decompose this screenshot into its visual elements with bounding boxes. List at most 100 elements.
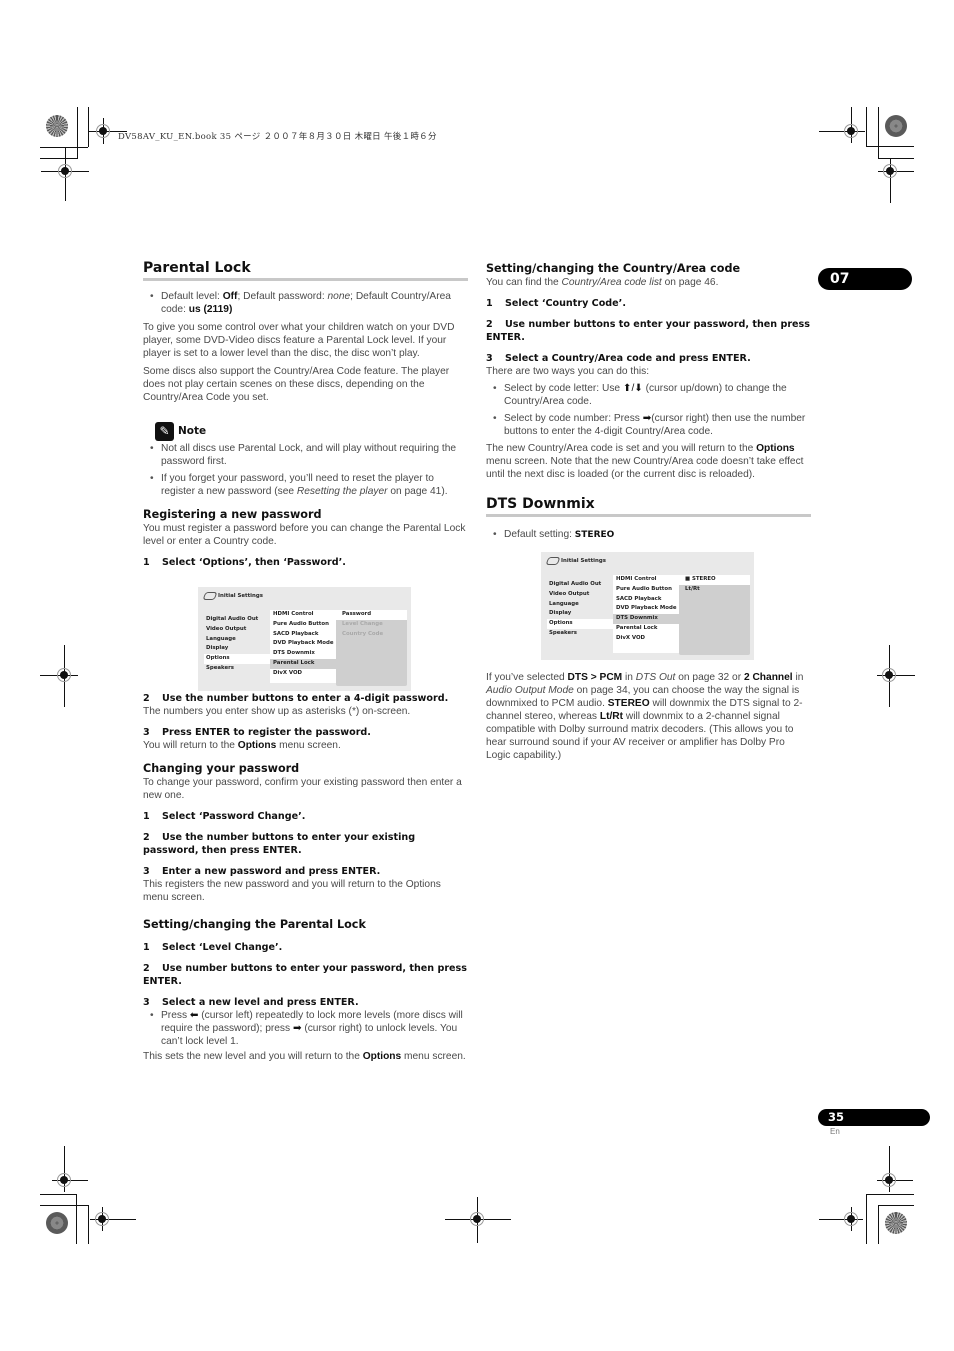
step-text: Select a new level and press ENTER. xyxy=(162,997,359,1008)
defaults-item: Default level: Off; Default password: no… xyxy=(150,290,468,316)
osd-menu-item[interactable]: Level Change xyxy=(336,620,407,630)
arrow-up-down-icon: ⬆/⬇ xyxy=(622,383,643,394)
paragraph: This sets the new level and you will ret… xyxy=(143,1050,468,1063)
osd-menu-item[interactable]: Language xyxy=(204,635,270,645)
osd-category-list: Digital Audio Out Video Output Language Dis… xyxy=(547,580,613,639)
step: 1 Select ‘Level Change’. xyxy=(143,941,468,954)
step-text: Select ‘Country Code’. xyxy=(505,298,626,309)
section-title-dts-downmix: DTS Downmix xyxy=(486,497,811,517)
osd-menu-item[interactable]: Options xyxy=(204,654,270,664)
step: 1 Select ‘Password Change’. xyxy=(143,810,468,823)
step: 2 Use number buttons to enter your passwo… xyxy=(143,962,468,988)
osd-options-list: HDMI Control Pure Audio Button SACD Playba… xyxy=(270,610,338,683)
step-text: Use the number buttons to enter your exi… xyxy=(143,832,416,856)
text: You can find the xyxy=(486,277,562,288)
list-item: Press ⬅ (cursor left) repeatedly to lock… xyxy=(150,1009,468,1048)
step-number: 2 xyxy=(143,963,150,974)
osd-category-list: Digital Audio Out Video Output Language Dis… xyxy=(204,615,270,674)
paragraph: You can find the Country/Area code list … xyxy=(486,276,811,289)
arrow-right-icon: ➡ xyxy=(642,413,652,424)
step-text: Select a Country/Area code and press ENT… xyxy=(505,353,751,364)
osd-setting-list: Password Level Change Country Code xyxy=(336,610,407,686)
disc-icon xyxy=(545,557,561,565)
intro-paragraph: To give you some control over what your … xyxy=(143,322,455,359)
step-description: You will return to the Options menu scre… xyxy=(143,739,468,752)
osd-menu-item[interactable]: DVD Playback Mode xyxy=(270,639,338,649)
step-number: 2 xyxy=(486,319,493,330)
chapter-tab: 07 xyxy=(818,268,912,290)
step-number: 1 xyxy=(486,298,493,309)
cross-reference: Country/Area code list xyxy=(561,277,662,288)
dts-defaults-list: Default setting: STEREO xyxy=(486,528,811,542)
osd-menu-item[interactable]: DTS Downmix xyxy=(613,614,681,624)
default-country-code: us (2119) xyxy=(188,304,233,315)
osd-menu-item[interactable]: Speakers xyxy=(547,629,613,639)
color-target-icon xyxy=(885,115,907,137)
text: on page 32 or xyxy=(675,672,744,683)
list-item: Default setting: STEREO xyxy=(493,528,811,542)
osd-menu-item[interactable]: Digital Audio Out xyxy=(547,580,613,590)
page-language: En xyxy=(830,1127,840,1136)
section-title-parental-lock: Parental Lock xyxy=(143,261,468,281)
step-number: 3 xyxy=(486,353,493,364)
subsection-title: Registering a new password xyxy=(143,508,322,521)
osd-menu-item[interactable]: Speakers xyxy=(204,664,270,674)
intro-paragraph: Some discs also support the Country/Area… xyxy=(143,366,450,403)
osd-menu-item[interactable]: Language xyxy=(547,600,613,610)
osd-menu-item[interactable]: ■ STEREO xyxy=(679,575,750,585)
text: Lt/Rt xyxy=(599,711,624,722)
cross-reference: Resetting the player xyxy=(296,486,388,497)
text: menu screen. xyxy=(401,1051,466,1062)
osd-menu-item[interactable]: Password xyxy=(336,610,407,620)
osd-menu-item[interactable]: DivX VOD xyxy=(613,634,681,644)
osd-title: Initial Settings xyxy=(545,557,606,565)
text: in xyxy=(792,672,804,683)
level-bullet-list: Press ⬅ (cursor left) repeatedly to lock… xyxy=(143,1009,468,1048)
osd-menu-item[interactable]: Lt/Rt xyxy=(679,585,750,595)
subsection-title: Setting/changing the Country/Area code xyxy=(486,262,741,275)
print-slug: DV58AV_KU_EN.book 35 ページ ２００７年８月３０日 木曜日 … xyxy=(118,132,437,142)
step: 3 Select a new level and press ENTER. xyxy=(143,996,468,1009)
osd-menu-item[interactable]: Pure Audio Button xyxy=(613,585,681,595)
osd-title-text: Initial Settings xyxy=(218,593,263,599)
osd-setting-list: ■ STEREO Lt/Rt xyxy=(679,575,750,655)
color-target-icon xyxy=(885,1212,907,1234)
osd-menu-item[interactable]: Digital Audio Out xyxy=(204,615,270,625)
step: 1 Select ‘Country Code’. xyxy=(486,297,811,310)
osd-menu-item[interactable]: Video Output xyxy=(547,590,613,600)
text: 2 Channel xyxy=(743,672,793,683)
osd-menu-item[interactable]: Parental Lock xyxy=(613,624,681,634)
osd-menu-item[interactable]: HDMI Control xyxy=(613,575,681,585)
paragraph: You must register a password before you … xyxy=(143,523,466,547)
step: 3 Press ENTER to register the password. xyxy=(143,726,468,739)
text: on page 41). xyxy=(387,486,448,497)
step-number: 1 xyxy=(143,811,150,822)
osd-menu-item[interactable]: HDMI Control xyxy=(270,610,338,620)
text: Press xyxy=(161,1010,190,1021)
osd-menu-item[interactable]: DTS Downmix xyxy=(270,649,338,659)
dts-description: If you’ve selected DTS > PCM in DTS Out … xyxy=(486,671,811,762)
step-text: Select ‘Password Change’. xyxy=(162,811,306,822)
step-text: Enter a new password and press ENTER. xyxy=(162,866,381,877)
osd-menu-item[interactable]: Options xyxy=(547,619,613,629)
step-text: Use number buttons to enter your passwor… xyxy=(143,963,467,987)
osd-menu-item[interactable]: Display xyxy=(547,609,613,619)
label: Default level: xyxy=(161,291,223,302)
step: 1 Select ‘Options’, then ‘Password’. xyxy=(143,556,468,569)
osd-menu-item[interactable]: Display xyxy=(204,644,270,654)
text: Options xyxy=(362,1051,402,1062)
osd-menu-item[interactable]: Parental Lock xyxy=(270,658,338,669)
step-text: Use the number buttons to enter a 4-digi… xyxy=(162,693,449,704)
list-item: Select by code letter: Use ⬆/⬇ (cursor u… xyxy=(493,382,811,408)
osd-menu-item[interactable]: Country Code xyxy=(336,630,407,640)
osd-menu-item[interactable]: Pure Audio Button xyxy=(270,620,338,630)
osd-menu-item[interactable]: SACD Playback xyxy=(270,630,338,640)
text: Options xyxy=(756,443,795,454)
osd-options-list: HDMI Control Pure Audio Button SACD Playba… xyxy=(613,575,681,653)
osd-menu-item[interactable]: DVD Playback Mode xyxy=(613,604,681,614)
subsection-title: Setting/changing the Parental Lock xyxy=(143,918,366,931)
note-label: Note xyxy=(178,425,207,437)
osd-menu-item[interactable]: SACD Playback xyxy=(613,595,681,605)
osd-menu-item[interactable]: DivX VOD xyxy=(270,669,338,679)
osd-menu-item[interactable]: Video Output xyxy=(204,625,270,635)
